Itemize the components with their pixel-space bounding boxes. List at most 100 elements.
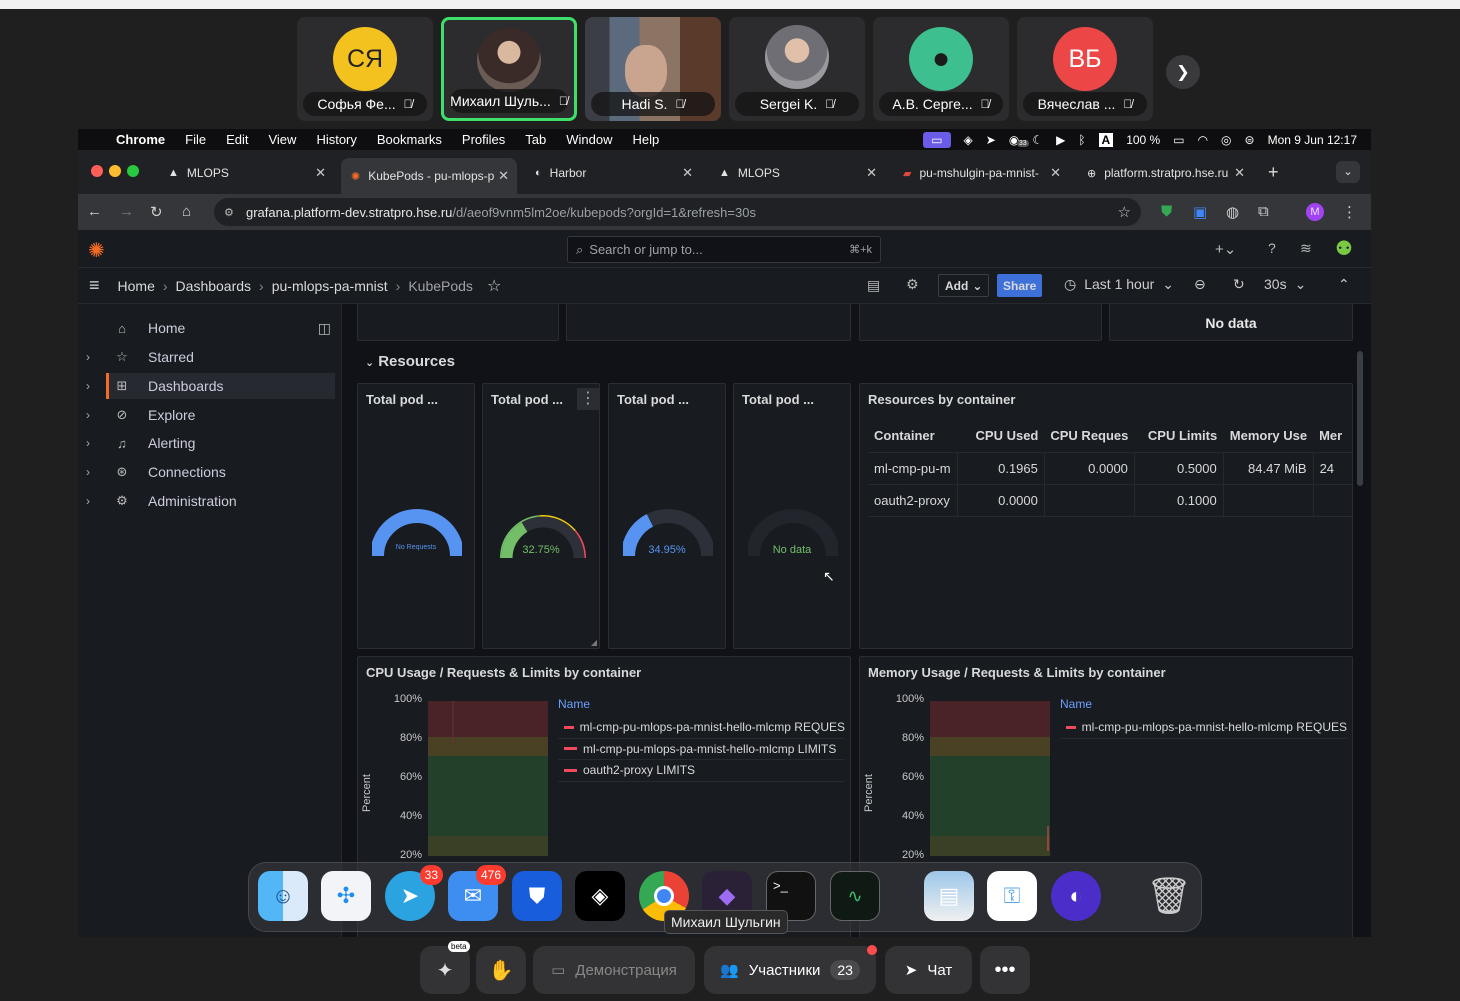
extension-icon[interactable]: ▣ [1193, 203, 1207, 221]
user-icon[interactable]: ◎ [1221, 133, 1231, 147]
battery-icon[interactable]: ▭ [1173, 133, 1184, 147]
legend-header[interactable]: Name [558, 697, 845, 711]
chevron-right-icon[interactable]: › [86, 465, 90, 479]
next-participants-button[interactable]: ❯ [1166, 55, 1200, 89]
play-icon[interactable]: ▶ [1056, 133, 1065, 147]
new-tab-icon[interactable]: + [1268, 162, 1279, 183]
screen-share-icon[interactable]: ▭ [923, 131, 951, 148]
nav-item-connections[interactable]: › ⊛ Connections [86, 459, 335, 485]
column-header[interactable]: Memory Use [1223, 420, 1314, 453]
menu-tab[interactable]: Tab [515, 132, 556, 147]
table-row[interactable]: ml-cmp-pu-m 0.1965 0.0000 0.5000 84.47 M… [868, 452, 1352, 485]
settings-icon[interactable]: ⚙ [906, 276, 919, 293]
legend-item[interactable]: oauth2-proxy LIMITS [558, 760, 845, 782]
search-input[interactable]: ⌕ Search or jump to... ⌘+k [567, 236, 881, 263]
menu-window[interactable]: Window [556, 132, 622, 147]
menu-app-name[interactable]: Chrome [106, 132, 175, 147]
minimize-window-button[interactable] [109, 165, 121, 177]
trash-icon[interactable]: 🗑 [1144, 871, 1194, 921]
participant-tile-active[interactable]: Михаил Шуль... 🎙̸ [441, 17, 577, 121]
share-button[interactable]: Share [997, 274, 1043, 297]
chevron-right-icon[interactable]: › [86, 379, 90, 393]
user-avatar-icon[interactable]: ⚉ [1335, 236, 1353, 261]
forward-icon[interactable]: → [119, 203, 134, 220]
nav-item-home[interactable]: ⌂ Home ◫ [106, 315, 335, 341]
table-panel[interactable]: Resources by container Container CPU Use… [859, 383, 1353, 649]
resize-handle-icon[interactable]: ◢ [591, 638, 597, 647]
url-field[interactable]: ⚙ grafana.platform-dev.stratpro.hse.ru/d… [214, 198, 1141, 226]
dock-sidebar-icon[interactable]: ◫ [318, 320, 331, 337]
column-header[interactable]: Container [868, 420, 958, 453]
reload-icon[interactable]: ↻ [150, 203, 163, 221]
chevron-right-icon[interactable]: › [86, 494, 90, 508]
nav-item-explore[interactable]: › ⊘ Explore [86, 402, 335, 428]
menu-profiles[interactable]: Profiles [452, 132, 515, 147]
column-header[interactable]: CPU Reques [1044, 420, 1135, 453]
menu-edit[interactable]: Edit [216, 132, 258, 147]
back-icon[interactable]: ← [87, 203, 102, 220]
column-header[interactable]: CPU Used [957, 420, 1045, 453]
gauge-panel[interactable]: Total pod ... ⋮ 32.75% ◢ [482, 383, 600, 649]
ai-assistant-button[interactable]: ✦ beta [420, 941, 470, 994]
breadcrumb-folder[interactable]: pu-mlops-pa-mnist [272, 278, 388, 294]
browser-tab[interactable]: ▲ MLOPS ✕ [158, 158, 334, 188]
moon-icon[interactable]: ☾ [1032, 133, 1043, 147]
add-button[interactable]: Add ⌄ [938, 274, 990, 297]
legend-header[interactable]: Name [1060, 697, 1347, 711]
participant-tile[interactable]: СЯ Софья Фе... 🎙̸ [297, 17, 433, 121]
zoom-window-button[interactable] [127, 165, 139, 177]
nav-item-dashboards[interactable]: › ⊞ Dashboards [86, 373, 335, 399]
chat-button[interactable]: ➤ Чат [885, 946, 972, 994]
participant-tile-video[interactable]: Hadi S. 🎙̸ [585, 17, 721, 121]
close-icon[interactable]: ✕ [866, 165, 877, 181]
cube-app-icon[interactable]: ◈ [575, 871, 625, 921]
close-icon[interactable]: ✕ [1050, 165, 1061, 181]
site-info-icon[interactable]: ⚙ [224, 206, 234, 219]
close-icon[interactable]: ✕ [315, 165, 326, 181]
refresh-interval-picker[interactable]: 30s ⌄ [1264, 276, 1306, 293]
screen-share-button[interactable]: ▭ Демонстрация [533, 946, 695, 994]
home-icon[interactable]: ⌂ [182, 203, 191, 220]
raise-hand-button[interactable]: ✋ [476, 946, 526, 994]
chevron-right-icon[interactable]: › [86, 436, 90, 450]
legend-item[interactable]: ml-cmp-pu-mlops-pa-mnist-hello-mlcmp REQ… [558, 717, 845, 739]
bookmark-star-icon[interactable]: ☆ [1118, 203, 1131, 221]
stat-panel[interactable] [859, 304, 1102, 341]
menu-help[interactable]: Help [623, 132, 670, 147]
extension-icon[interactable]: ◍ [1226, 203, 1239, 221]
clock[interactable]: Mon 9 Jun 12:17 [1268, 133, 1357, 147]
star-icon[interactable]: ☆ [487, 276, 501, 296]
participants-button[interactable]: 👥 Участники 23 [704, 945, 877, 994]
app-icon[interactable]: ◐ [1051, 871, 1101, 921]
profile-avatar[interactable]: M [1306, 203, 1324, 221]
more-menu-icon[interactable]: ⋮ [1342, 203, 1357, 221]
panel-menu-icon[interactable]: ⋮ [577, 388, 599, 410]
participant-tile[interactable]: ВБ Вячеслав ... 🎙̸ [1017, 17, 1153, 121]
help-icon[interactable]: ? [1268, 240, 1276, 256]
menu-file[interactable]: File [175, 132, 216, 147]
more-options-button[interactable]: ••• [980, 946, 1030, 994]
column-header[interactable]: CPU Limits [1134, 420, 1224, 453]
breadcrumb-dashboards[interactable]: Dashboards [176, 278, 252, 294]
close-icon[interactable]: ✕ [498, 168, 509, 184]
collapse-icon[interactable]: ⌃ [1338, 276, 1350, 293]
gauge-panel[interactable]: Total pod ... No Requests [357, 383, 475, 649]
legend-item[interactable]: ml-cmp-pu-mlops-pa-mnist-hello-mlcmp LIM… [558, 739, 845, 760]
shield-extension-icon[interactable]: ⛊ [1161, 203, 1172, 220]
browser-tab[interactable]: ◐ Harbor ✕ [525, 158, 701, 188]
notification-icon[interactable]: ◉ 33 [1009, 133, 1029, 147]
time-range-picker[interactable]: ◷ Last 1 hour ⌄ [1064, 276, 1174, 293]
nav-item-administration[interactable]: › ⚙ Administration [86, 488, 335, 514]
keyboard-layout[interactable]: A [1098, 132, 1114, 147]
app-status-icon[interactable]: ◈ [964, 133, 973, 147]
close-window-button[interactable] [91, 165, 103, 177]
chevron-right-icon[interactable]: › [86, 350, 90, 364]
scrollbar-thumb[interactable] [1357, 351, 1363, 486]
plus-icon[interactable]: +⌄ [1215, 240, 1236, 258]
menu-view[interactable]: View [258, 132, 306, 147]
chevron-right-icon[interactable]: › [86, 408, 90, 422]
column-header[interactable]: Mer [1313, 420, 1352, 453]
activity-monitor-icon[interactable]: ∿ [830, 871, 880, 921]
menu-bookmarks[interactable]: Bookmarks [367, 132, 452, 147]
stat-panel[interactable] [566, 304, 851, 341]
